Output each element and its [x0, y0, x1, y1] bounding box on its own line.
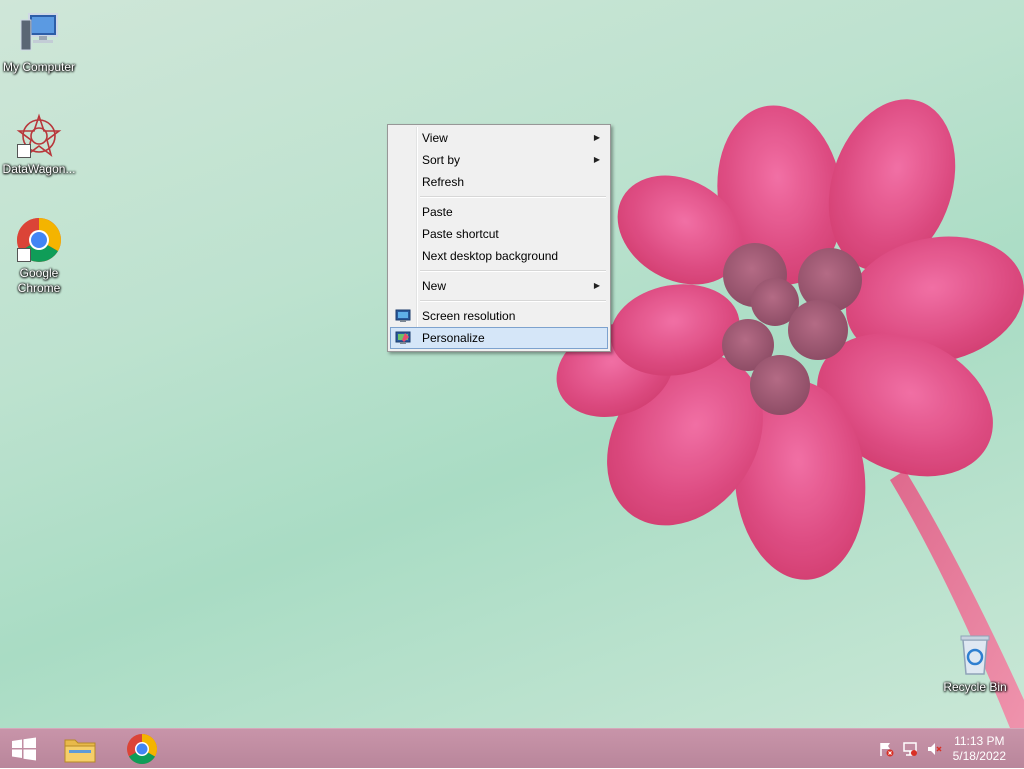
shortcut-arrow-icon — [17, 144, 31, 158]
menu-item-sort-by[interactable]: Sort by ▶ — [390, 149, 608, 171]
menu-separator — [420, 196, 606, 198]
flower-wallpaper — [556, 99, 1024, 728]
desktop-icon-datawagon[interactable]: DataWagon... — [0, 112, 78, 177]
menu-item-screen-resolution[interactable]: Screen resolution — [390, 305, 608, 327]
start-button[interactable] — [4, 732, 44, 766]
menu-item-label: Paste — [422, 205, 453, 219]
submenu-arrow-icon: ▶ — [593, 133, 600, 142]
file-explorer-icon — [64, 739, 96, 763]
datawagon-icon — [15, 112, 63, 160]
volume-muted-icon[interactable] — [926, 741, 942, 757]
menu-item-label: Paste shortcut — [422, 227, 499, 241]
menu-item-label: View — [422, 131, 448, 145]
chrome-taskbar-button[interactable] — [122, 732, 162, 766]
menu-item-personalize[interactable]: Personalize — [390, 327, 608, 349]
chrome-icon — [127, 734, 158, 765]
network-icon[interactable] — [902, 741, 918, 757]
menu-separator — [420, 300, 606, 302]
desktop-icon-label: DataWagon... — [2, 162, 76, 176]
windows-start-icon — [12, 737, 36, 761]
menu-item-label: Refresh — [422, 175, 465, 189]
menu-item-view[interactable]: View ▶ — [390, 127, 608, 149]
menu-item-label: Screen resolution — [422, 309, 516, 323]
menu-separator — [420, 270, 606, 272]
monitor-icon — [395, 308, 411, 324]
desktop-icon-my-computer[interactable]: My Computer — [0, 10, 78, 75]
taskbar-clock[interactable]: 11:13 PM 5/18/2022 — [953, 734, 1006, 764]
clock-date: 5/18/2022 — [952, 749, 1006, 763]
action-center-flag-icon[interactable] — [878, 741, 894, 757]
computer-icon — [15, 10, 63, 58]
menu-item-label: Next desktop background — [422, 249, 559, 263]
menu-item-refresh[interactable]: Refresh — [390, 171, 608, 193]
personalize-icon — [395, 330, 411, 346]
submenu-arrow-icon: ▶ — [593, 281, 600, 290]
taskbar: 11:13 PM 5/18/2022 — [0, 728, 1024, 768]
menu-item-new[interactable]: New ▶ — [390, 275, 608, 297]
submenu-arrow-icon: ▶ — [593, 155, 600, 164]
chrome-icon — [15, 216, 63, 264]
menu-item-label: New — [422, 279, 447, 293]
menu-item-label: Sort by — [422, 153, 461, 167]
desktop-icon-label: Google Chrome — [17, 266, 61, 295]
desktop-icon-label: My Computer — [2, 60, 76, 74]
menu-item-paste[interactable]: Paste — [390, 201, 608, 223]
desktop[interactable]: My Computer DataWagon... Google Chrome R… — [0, 0, 1024, 728]
menu-item-paste-shortcut[interactable]: Paste shortcut — [390, 223, 608, 245]
clock-time: 11:13 PM — [954, 734, 1005, 748]
menu-item-label: Personalize — [422, 331, 485, 345]
desktop-icon-label: Recycle Bin — [943, 680, 1007, 694]
desktop-context-menu: View ▶ Sort by ▶ Refresh Paste Paste sho… — [387, 124, 611, 352]
desktop-icon-google-chrome[interactable]: Google Chrome — [0, 216, 78, 296]
file-explorer-taskbar-button[interactable] — [60, 732, 100, 766]
desktop-icon-recycle-bin[interactable]: Recycle Bin — [936, 630, 1014, 695]
menu-item-next-desktop-background[interactable]: Next desktop background — [390, 245, 608, 267]
recycle-bin-icon — [951, 630, 999, 678]
system-tray: 11:13 PM 5/18/2022 — [864, 729, 1024, 769]
shortcut-arrow-icon — [17, 248, 31, 262]
